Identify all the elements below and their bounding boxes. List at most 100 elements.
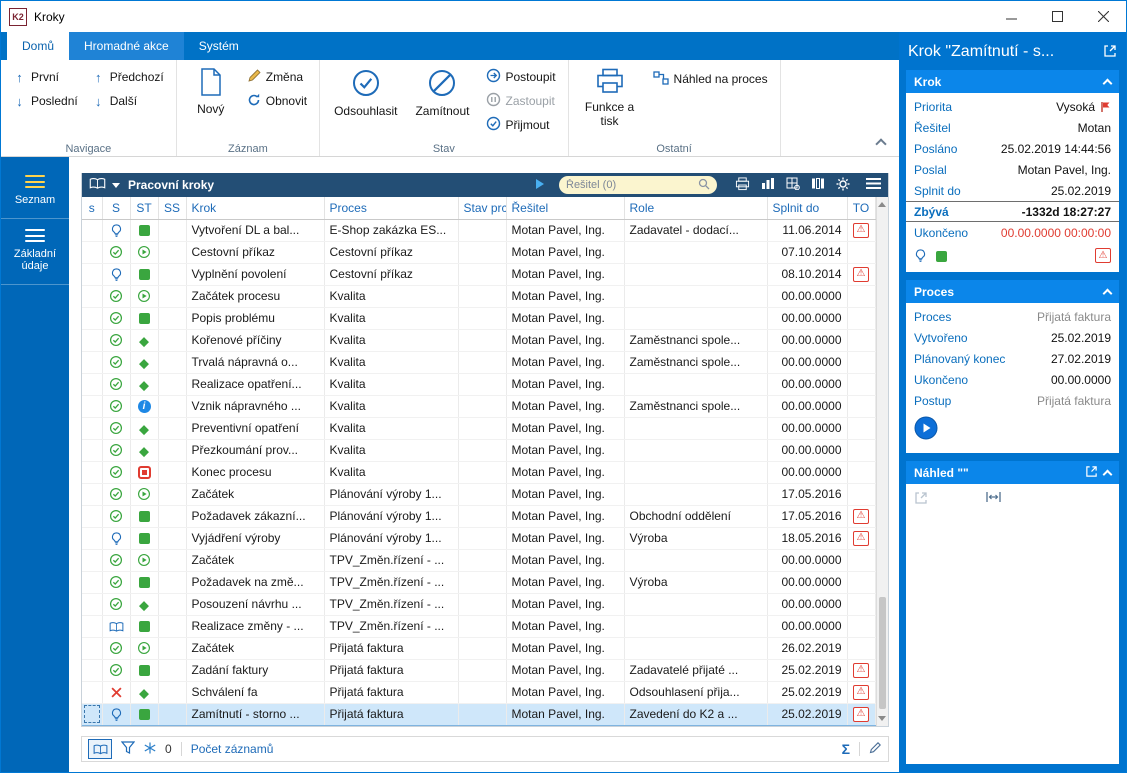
- column-header-stav-prc[interactable]: Stav prc: [458, 197, 506, 219]
- section-proces: Proces ProcesPřijatá faktura Vytvořeno25…: [906, 280, 1119, 453]
- columns-icon[interactable]: [811, 177, 825, 193]
- column-header-s[interactable]: s: [82, 197, 102, 219]
- cell-s: [82, 351, 102, 373]
- table-row[interactable]: ◆Preventivní opatřeníKvalitaMotan Pavel,…: [82, 417, 875, 439]
- table-row[interactable]: ZačátekTPV_Změn.řízení - ...Motan Pavel,…: [82, 549, 875, 571]
- gear-icon[interactable]: [836, 177, 850, 194]
- column-header-proces[interactable]: Proces: [324, 197, 458, 219]
- table-row[interactable]: ◆Schválení faPřijatá fakturaMotan Pavel,…: [82, 681, 875, 703]
- cell-s: [82, 461, 102, 483]
- substitute-button[interactable]: Zastoupit: [482, 89, 560, 113]
- cell-role: [624, 285, 767, 307]
- table-row[interactable]: ZačátekPlánování výroby 1...Motan Pavel,…: [82, 483, 875, 505]
- close-button[interactable]: [1080, 1, 1126, 32]
- group-label-stav: Stav: [320, 143, 567, 155]
- scroll-down-button[interactable]: [877, 711, 889, 726]
- column-header-splnit-do[interactable]: Splnit do: [767, 197, 847, 219]
- cell-s: [82, 241, 102, 263]
- refresh-button[interactable]: Obnovit: [243, 89, 311, 113]
- new-button[interactable]: Nový: [185, 65, 237, 117]
- approve-button[interactable]: Odsouhlasit: [328, 65, 403, 119]
- collapse-ribbon-chevron-icon[interactable]: [875, 138, 886, 149]
- column-header-resitel[interactable]: Řešitel: [506, 197, 624, 219]
- accept-button[interactable]: Přijmout: [482, 113, 560, 137]
- column-header-SS[interactable]: SS: [158, 197, 186, 219]
- table-row[interactable]: Konec procesuKvalitaMotan Pavel, Ing.00.…: [82, 461, 875, 483]
- tab-hromadne-akce[interactable]: Hromadné akce: [69, 32, 184, 60]
- table-row[interactable]: ◆Realizace opatření...KvalitaMotan Pavel…: [82, 373, 875, 395]
- section-krok-header[interactable]: Krok: [906, 70, 1119, 93]
- run-filter-icon[interactable]: [535, 178, 545, 193]
- column-header-S[interactable]: S: [102, 197, 130, 219]
- table-row[interactable]: ◆Trvalá nápravná o...KvalitaMotan Pavel,…: [82, 351, 875, 373]
- expand-panel-icon[interactable]: [1103, 44, 1117, 61]
- field-value: Přijatá faktura: [1037, 394, 1111, 408]
- table-row[interactable]: iVznik nápravného ...KvalitaMotan Pavel,…: [82, 395, 875, 417]
- table-row[interactable]: Popis problémuKvalitaMotan Pavel, Ing.00…: [82, 307, 875, 329]
- vertical-scrollbar[interactable]: [876, 197, 889, 726]
- table-row[interactable]: Vytvoření DL a bal...E-Shop zakázka ES..…: [82, 219, 875, 241]
- section-proces-header[interactable]: Proces: [906, 280, 1119, 303]
- run-process-button[interactable]: [914, 429, 938, 443]
- column-header-krok[interactable]: Krok: [186, 197, 324, 219]
- sum-icon[interactable]: Σ: [842, 741, 850, 757]
- tab-system[interactable]: Systém: [184, 32, 254, 60]
- cell-splnit-do: 00.00.0000: [767, 615, 847, 637]
- chevron-down-icon[interactable]: [112, 183, 120, 188]
- table-row[interactable]: Zadání fakturyPřijatá fakturaMotan Pavel…: [82, 659, 875, 681]
- pivot-search-icon[interactable]: [786, 177, 800, 193]
- filter-icon[interactable]: [121, 741, 135, 757]
- menu-icon[interactable]: [866, 178, 881, 192]
- reject-button[interactable]: Zamítnout: [409, 65, 475, 119]
- previous-button[interactable]: ↑Předchozí: [88, 65, 168, 89]
- edit-pencil-icon[interactable]: [869, 741, 882, 757]
- process-preview-button[interactable]: Náhled na proces: [649, 67, 772, 91]
- scrollbar-thumb[interactable]: [879, 597, 887, 709]
- table-row[interactable]: Požadavek na změ...TPV_Změn.řízení - ...…: [82, 571, 875, 593]
- first-button[interactable]: ↑První: [9, 65, 82, 89]
- cell-status-icon: [102, 549, 130, 571]
- last-button[interactable]: ↓Poslední: [9, 89, 82, 113]
- forward-button[interactable]: Postoupit: [482, 65, 560, 89]
- table-row[interactable]: ◆Kořenové příčinyKvalitaMotan Pavel, Ing…: [82, 329, 875, 351]
- functions-print-button[interactable]: Funkce a tisk: [577, 65, 643, 128]
- snowflake-icon[interactable]: [144, 742, 156, 757]
- edit-button[interactable]: Změna: [243, 65, 311, 89]
- sidebar-item-zakladni-udaje[interactable]: Základní údaje: [1, 219, 69, 285]
- cell-s: [82, 439, 102, 461]
- column-header-to[interactable]: TO: [847, 197, 875, 219]
- table-row[interactable]: ◆Přezkoumání prov...KvalitaMotan Pavel, …: [82, 439, 875, 461]
- open-book-icon[interactable]: [89, 177, 106, 193]
- sidebar-item-seznam[interactable]: Seznam: [1, 165, 69, 219]
- maximize-button[interactable]: [1034, 1, 1080, 32]
- table-row[interactable]: Vyjádření výrobyPlánování výroby 1...Mot…: [82, 527, 875, 549]
- cell-stav: [458, 659, 506, 681]
- table-row[interactable]: Cestovní příkazCestovní příkazMotan Pave…: [82, 241, 875, 263]
- table-row[interactable]: Zamítnutí - storno ...Přijatá fakturaMot…: [82, 703, 875, 725]
- table-row[interactable]: Realizace změny - ...TPV_Změn.řízení - .…: [82, 615, 875, 637]
- table-row[interactable]: Vyplnění povoleníCestovní příkazMotan Pa…: [82, 263, 875, 285]
- cell-stav: [458, 571, 506, 593]
- table-row[interactable]: ◆Posouzení návrhu ...TPV_Změn.řízení - .…: [82, 593, 875, 615]
- fit-width-icon[interactable]: [986, 491, 1001, 506]
- printer-icon: [596, 68, 624, 98]
- book-view-toggle[interactable]: [88, 739, 112, 759]
- search-input[interactable]: [566, 179, 698, 191]
- cell-krok: Začátek: [186, 637, 324, 659]
- table-row[interactable]: Požadavek zákazní...Plánování výroby 1..…: [82, 505, 875, 527]
- print-icon[interactable]: [735, 177, 750, 194]
- cell-to: [847, 637, 875, 659]
- expand-preview-icon[interactable]: [1085, 465, 1098, 481]
- column-header-ST[interactable]: ST: [130, 197, 158, 219]
- next-button[interactable]: ↓Další: [88, 89, 168, 113]
- table-row[interactable]: ZačátekPřijatá fakturaMotan Pavel, Ing.2…: [82, 637, 875, 659]
- section-nahled-header[interactable]: Náhled "": [906, 461, 1119, 484]
- column-header-role[interactable]: Role: [624, 197, 767, 219]
- chart-icon[interactable]: [761, 177, 775, 193]
- minimize-button[interactable]: [988, 1, 1034, 32]
- tab-domu[interactable]: Domů: [7, 32, 69, 60]
- expand-preview-disabled-icon[interactable]: [914, 491, 928, 508]
- cell-krok: Začátek: [186, 549, 324, 571]
- scroll-up-button[interactable]: [877, 197, 889, 212]
- table-row[interactable]: Začátek procesuKvalitaMotan Pavel, Ing.0…: [82, 285, 875, 307]
